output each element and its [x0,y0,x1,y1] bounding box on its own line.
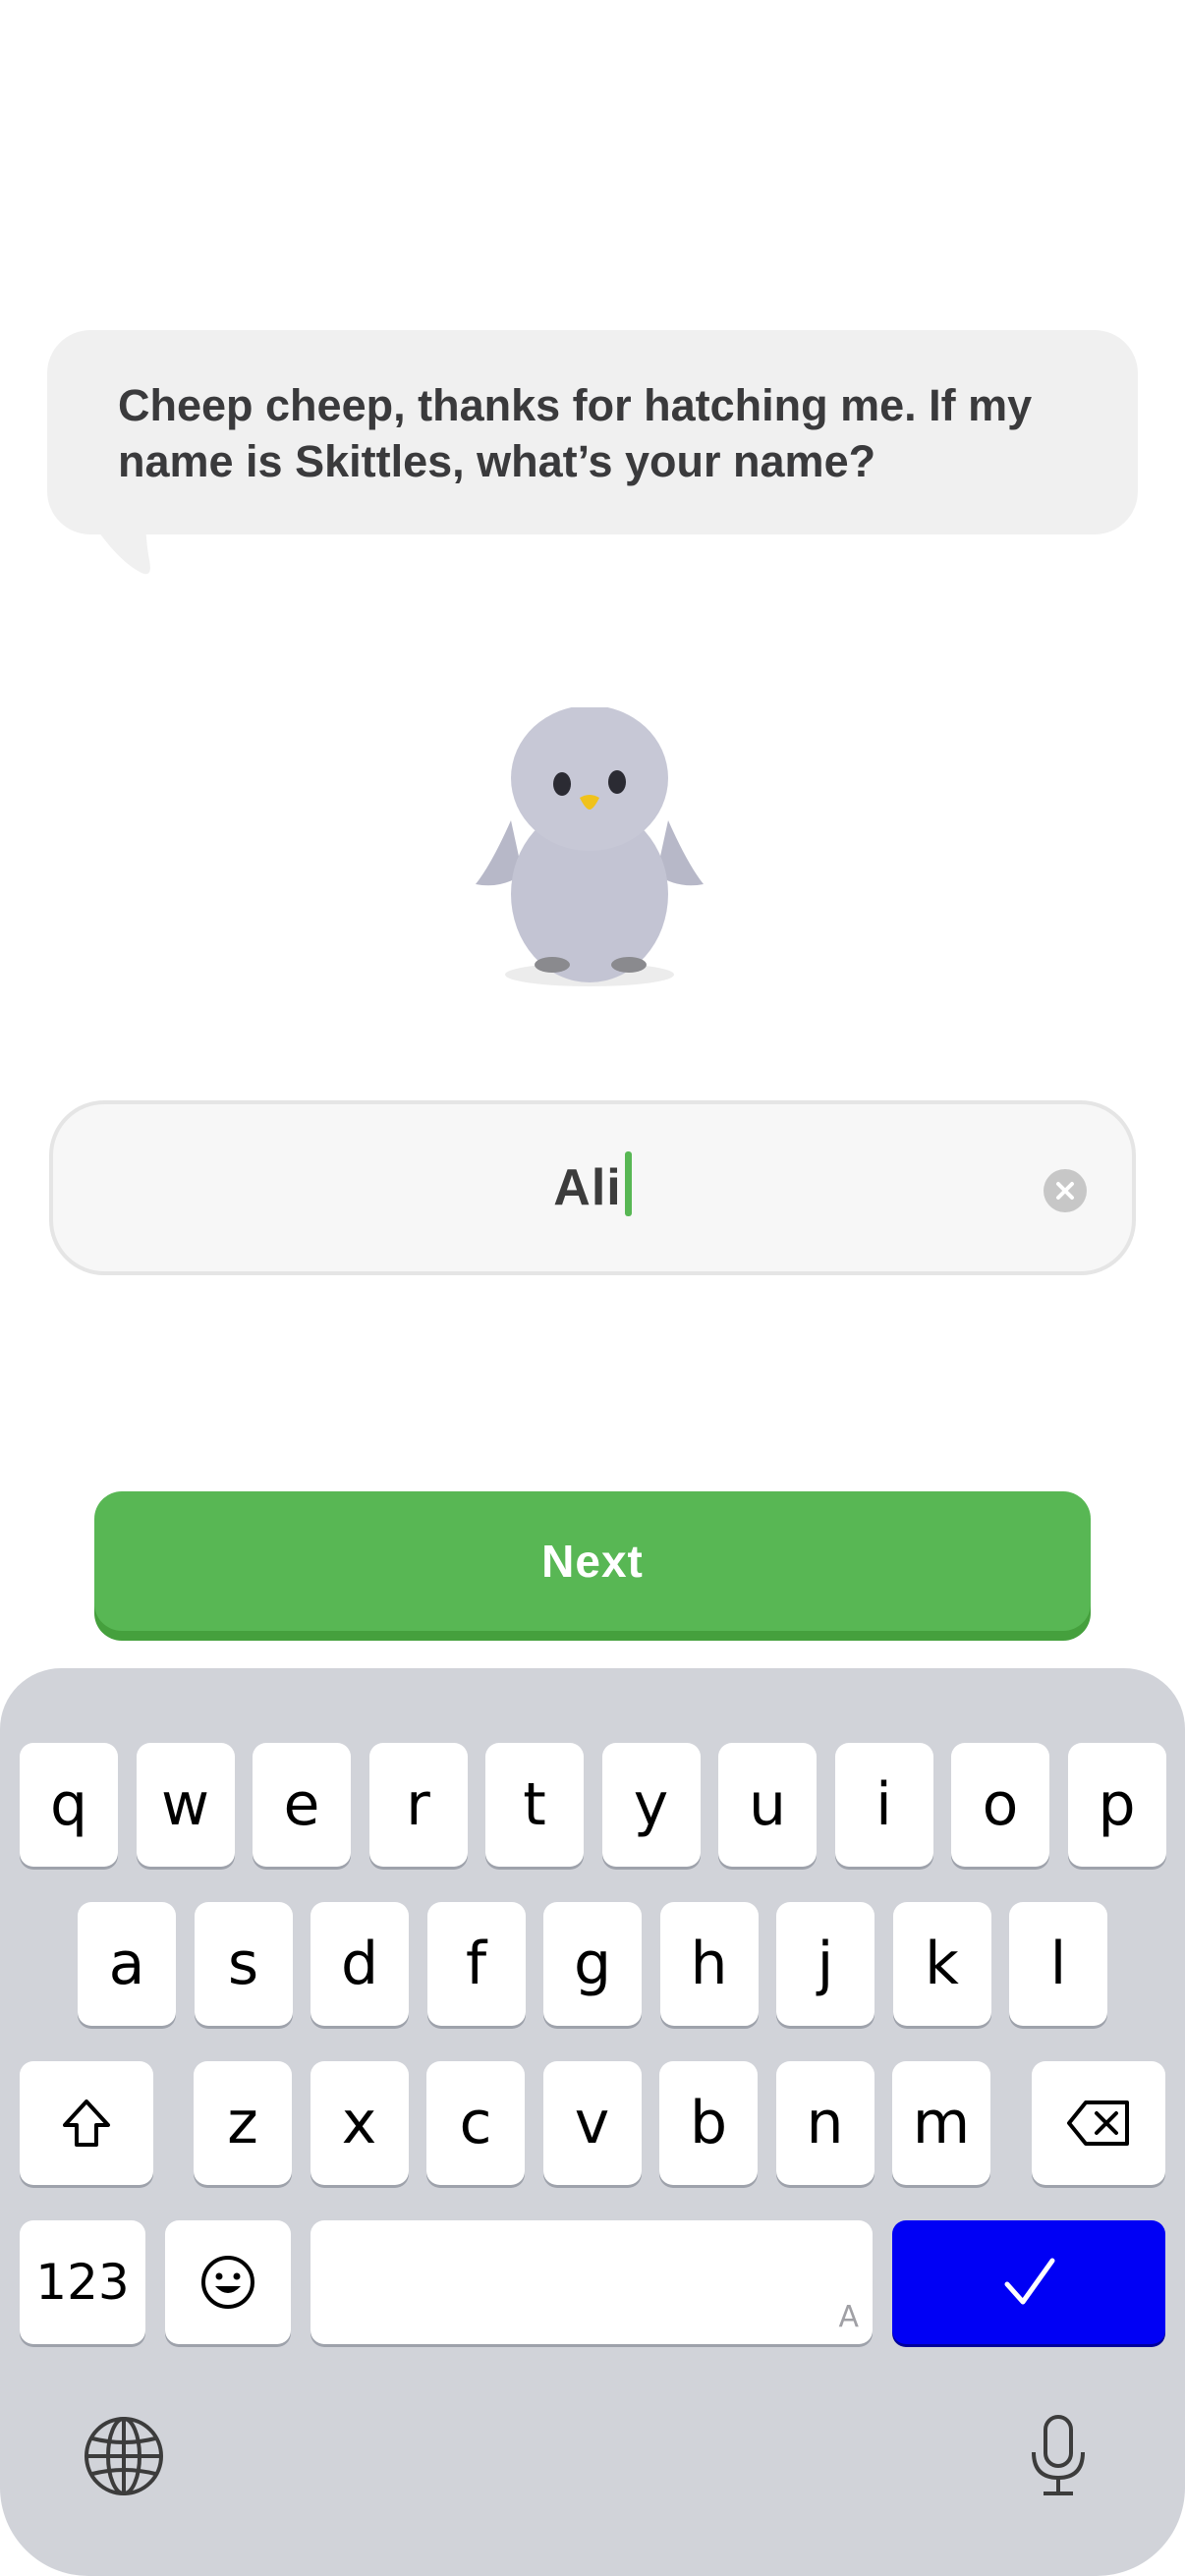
key-f[interactable]: f [426,1902,526,2026]
clear-input-button[interactable] [1044,1169,1087,1212]
delete-icon [1067,2100,1129,2146]
key-h[interactable]: h [659,1902,759,2026]
key-d[interactable]: d [310,1902,409,2026]
emoji-key[interactable] [165,2220,291,2344]
key-v[interactable]: v [542,2061,642,2185]
key-m[interactable]: m [892,2061,990,2185]
keyboard: qwertyuiop asdfghjkl zxcvbnm 123 A [0,1668,1185,2576]
key-z[interactable]: z [194,2061,292,2185]
key-a[interactable]: a [78,1902,176,2026]
name-input-value: Ali [553,1159,622,1216]
clear-icon [1056,1182,1074,1200]
key-c[interactable]: c [426,2061,525,2185]
shift-icon [63,2100,110,2147]
key-o[interactable]: o [951,1743,1049,1867]
done-key[interactable] [892,2220,1165,2344]
key-l[interactable]: l [1009,1902,1107,2026]
key-i[interactable]: i [834,1743,933,1867]
key-p[interactable]: p [1067,1743,1166,1867]
key-b[interactable]: b [659,2061,758,2185]
key-g[interactable]: g [543,1902,642,2026]
text-cursor [624,1151,632,1216]
key-q[interactable]: q [20,1743,118,1867]
shift-key[interactable] [20,2061,153,2185]
key-w[interactable]: w [136,1743,235,1867]
penguin-mascot-image [476,707,704,986]
key-e[interactable]: e [253,1743,351,1867]
space-key-hint: A [838,2300,859,2334]
speech-bubble-text: Cheep cheep, thanks for hatching me. If … [118,380,1033,486]
space-key[interactable]: A [310,2220,873,2344]
speech-bubble: Cheep cheep, thanks for hatching me. If … [47,330,1138,534]
numbers-key[interactable]: 123 [20,2220,145,2344]
key-n[interactable]: n [775,2061,875,2185]
key-y[interactable]: y [601,1743,701,1867]
checkmark-icon [1004,2258,1055,2305]
delete-key[interactable] [1032,2061,1165,2185]
globe-icon[interactable] [83,2415,165,2497]
microphone-icon[interactable] [1028,2413,1089,2499]
key-t[interactable]: t [485,1743,584,1867]
key-j[interactable]: j [776,1902,875,2026]
key-k[interactable]: k [892,1902,991,2026]
key-s[interactable]: s [194,1902,293,2026]
emoji-icon [201,2256,254,2309]
key-x[interactable]: x [310,2061,409,2185]
key-r[interactable]: r [368,1743,468,1867]
key-u[interactable]: u [718,1743,817,1867]
speech-bubble-tail [85,511,150,575]
name-input[interactable]: Ali [49,1100,1136,1275]
next-button[interactable]: Next [94,1491,1091,1631]
